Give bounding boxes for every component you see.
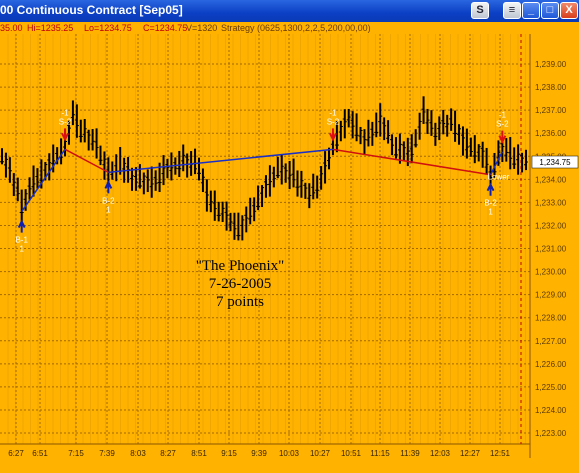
info-strategy: Strategy (0625,1300,2,2,5,200,00,00) xyxy=(221,23,371,33)
x-tick-label: 9:39 xyxy=(251,449,267,458)
sell-signal-qty: -1 xyxy=(329,108,337,117)
x-tick-label: 6:27 xyxy=(8,449,24,458)
x-tick-label: 7:39 xyxy=(99,449,115,458)
buy-signal-label: B-2 xyxy=(102,196,115,205)
minimize-button[interactable]: _ xyxy=(522,2,540,19)
y-tick-label: 1,237.00 xyxy=(535,106,567,115)
y-tick-label: 1,238.00 xyxy=(535,83,567,92)
y-tick-label: 1,234.00 xyxy=(535,175,567,184)
x-tick-label: 10:27 xyxy=(310,449,331,458)
trade-line xyxy=(489,151,504,176)
menu-icon[interactable]: ≡ xyxy=(503,2,521,19)
info-close: C=1234.75 xyxy=(143,23,188,33)
y-tick-label: 1,223.00 xyxy=(535,429,567,438)
x-tick-label: 8:27 xyxy=(160,449,176,458)
x-tick-label: 11:15 xyxy=(370,449,390,458)
buy-signal-qty: 1 xyxy=(19,245,24,254)
info-lo: Lo=1234.75 xyxy=(84,23,132,33)
y-tick-label: 1,236.00 xyxy=(535,129,567,138)
buy-arrow-icon xyxy=(17,219,26,233)
x-tick-label: 8:03 xyxy=(130,449,146,458)
buy-arrow-icon xyxy=(104,180,113,194)
info-prefix: 35.00 xyxy=(0,23,23,33)
y-tick-label: 1,232.00 xyxy=(535,221,567,230)
strategy-s-button[interactable]: S xyxy=(471,2,489,19)
window-title: 00 Continuous Contract [Sep05] xyxy=(0,3,183,17)
x-tick-label: 7:15 xyxy=(68,449,84,458)
trade-line xyxy=(21,148,66,213)
info-bar: 35.00 Hi=1235.25 Lo=1234.75 C=1234.75 V=… xyxy=(0,22,579,34)
x-tick-label: 6:51 xyxy=(32,449,48,458)
annotation-points: 7 points xyxy=(216,294,264,310)
x-tick-label: 10:03 xyxy=(279,449,300,458)
sell-signal-label: S-2 xyxy=(59,117,72,126)
buy-signal-qty: 1 xyxy=(488,208,493,217)
annotation-title: "The Phoenix" xyxy=(195,258,285,274)
x-tick-label: 11:39 xyxy=(400,449,420,458)
info-hi: Hi=1235.25 xyxy=(27,23,74,33)
lower-label: Lower xyxy=(488,172,510,181)
close-button[interactable]: X xyxy=(560,2,578,19)
trade-line xyxy=(64,148,109,174)
y-tick-label: 1,225.00 xyxy=(535,383,567,392)
x-tick-label: 12:27 xyxy=(460,449,481,458)
current-price-label: 1,234.75 xyxy=(539,158,571,167)
price-chart[interactable]: 1,239.001,238.001,237.001,236.001,235.00… xyxy=(0,34,579,473)
buy-signal-qty: 1 xyxy=(106,205,111,214)
x-tick-label: 9:15 xyxy=(221,449,237,458)
sell-signal-qty: -1 xyxy=(499,111,507,120)
maximize-button[interactable]: □ xyxy=(541,2,559,19)
x-tick-label: 12:03 xyxy=(430,449,451,458)
sell-signal-label: S-2 xyxy=(496,120,509,129)
sell-signal-qty: -1 xyxy=(61,108,69,117)
x-tick-label: 8:51 xyxy=(191,449,207,458)
y-tick-label: 1,230.00 xyxy=(535,268,567,277)
y-tick-label: 1,226.00 xyxy=(535,360,567,369)
y-tick-label: 1,233.00 xyxy=(535,198,567,207)
trade-line xyxy=(108,148,334,174)
x-tick-label: 12:51 xyxy=(490,449,511,458)
y-tick-label: 1,231.00 xyxy=(535,245,567,254)
buy-signal-label: B-2 xyxy=(484,199,497,208)
y-tick-label: 1,227.00 xyxy=(535,337,567,346)
sell-signal-label: S-2 xyxy=(327,117,340,126)
sell-arrow-icon xyxy=(61,128,69,142)
window-titlebar[interactable]: 00 Continuous Contract [Sep05] S ≡ _ □ X xyxy=(0,0,579,22)
y-tick-label: 1,229.00 xyxy=(535,291,567,300)
sell-arrow-icon xyxy=(329,128,337,142)
buy-arrow-icon xyxy=(486,182,495,196)
y-tick-label: 1,239.00 xyxy=(535,60,567,69)
x-tick-label: 10:51 xyxy=(341,449,362,458)
y-tick-label: 1,224.00 xyxy=(535,406,567,415)
annotation-date: 7-26-2005 xyxy=(208,276,272,292)
info-volume: V=1320 xyxy=(186,23,218,33)
buy-signal-label: B-1 xyxy=(15,236,28,245)
y-tick-label: 1,228.00 xyxy=(535,314,567,323)
